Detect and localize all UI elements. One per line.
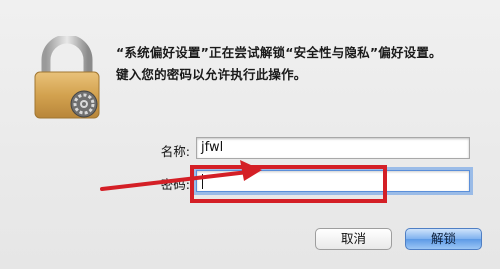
auth-dialog: “系统偏好设置”正在尝试解锁“安全性与隐私”偏好设置。 键入您的密码以允许执行此…	[0, 0, 500, 269]
annotation-arrow	[100, 160, 262, 191]
